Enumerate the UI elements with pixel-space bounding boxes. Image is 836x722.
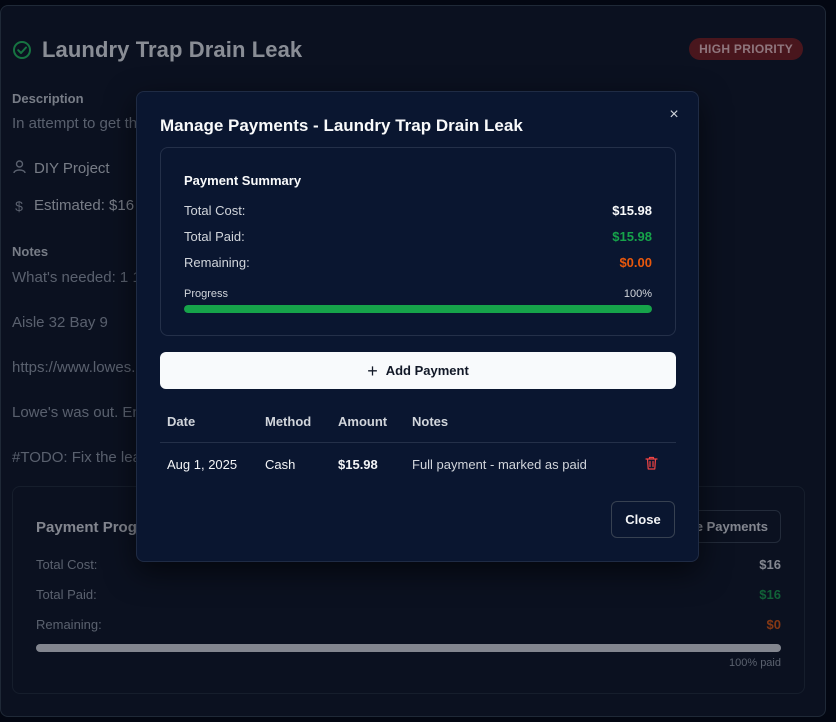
total-paid-row: Total Paid: $16 (36, 587, 781, 602)
close-button[interactable]: Close (611, 501, 675, 538)
payments-table: Date Method Amount Notes Aug 1, 2025 Cas… (160, 402, 676, 486)
payment-date: Aug 1, 2025 (167, 456, 238, 472)
col-amount: Amount (331, 402, 405, 443)
progress-fill (184, 305, 652, 313)
table-header-row: Date Method Amount Notes (160, 402, 676, 443)
task-header: Laundry Trap Drain Leak HIGH PRIORITY (12, 36, 803, 64)
paid-percent-label: 100% paid (729, 657, 781, 669)
summary-total-cost-row: Total Cost: $15.98 (184, 203, 652, 218)
project-name: DIY Project (34, 160, 110, 177)
total-cost-value: $16 (759, 557, 781, 572)
estimated-cost: Estimated: $16 (34, 197, 135, 214)
summary-total-paid-label: Total Paid: (184, 229, 245, 244)
remaining-value: $0 (766, 617, 781, 632)
dialog-title: Manage Payments - Laundry Trap Drain Lea… (160, 116, 523, 135)
dollar-icon: $ (15, 197, 23, 214)
progress-labels: Progress 100% (184, 288, 652, 300)
notes-line: Aisle 32 Bay 9 (12, 314, 108, 331)
payment-progress-title: Payment Progre (36, 519, 152, 536)
total-paid-value: $16 (759, 587, 781, 602)
notes-line: #TODO: Fix the lea (12, 449, 141, 466)
remaining-label: Remaining: (36, 617, 102, 632)
description-text: In attempt to get th (12, 115, 138, 132)
summary-remaining-value: $0.00 (619, 255, 652, 270)
col-actions (626, 402, 676, 443)
summary-title: Payment Summary (184, 173, 302, 188)
progress-track (184, 305, 652, 313)
notes-line: What's needed: 1 1 (12, 269, 141, 286)
task-title: Laundry Trap Drain Leak (42, 37, 303, 62)
progress-percent: 100% (623, 288, 652, 300)
add-payment-label: Add Payment (385, 363, 469, 378)
manage-payments-dialog: Manage Payments - Laundry Trap Drain Lea… (136, 91, 699, 562)
total-cost-label: Total Cost: (36, 557, 98, 572)
total-paid-label: Total Paid: (36, 587, 97, 602)
close-icon[interactable]: × (666, 107, 682, 123)
summary-total-paid-value: $15.98 (612, 229, 652, 244)
payment-notes: Full payment - marked as paid (412, 456, 587, 472)
user-icon (12, 160, 26, 177)
delete-payment-button[interactable] (626, 442, 676, 486)
priority-badge: HIGH PRIORITY (689, 38, 803, 60)
plus-icon: + (367, 360, 378, 381)
notes-label: Notes (12, 244, 49, 259)
summary-remaining-row: Remaining: $0.00 (184, 255, 652, 270)
col-date: Date (160, 402, 258, 443)
payment-progress-bar (36, 644, 781, 652)
check-circle-icon (12, 40, 32, 60)
summary-total-paid-row: Total Paid: $15.98 (184, 229, 652, 244)
remaining-row: Remaining: $0 (36, 617, 781, 632)
table-row: Aug 1, 2025 Cash $15.98 Full payment - m… (160, 442, 676, 486)
col-notes: Notes (405, 402, 626, 443)
estimate-meta: $ Estimated: $16 (12, 197, 134, 214)
payment-amount: $15.98 (338, 456, 378, 472)
add-payment-button[interactable]: + Add Payment (160, 352, 676, 389)
summary-total-cost-label: Total Cost: (184, 203, 246, 218)
description-label: Description (12, 91, 84, 106)
project-meta: DIY Project (12, 160, 110, 177)
col-method: Method (258, 402, 331, 443)
notes-line: https://www.lowes. (12, 359, 136, 376)
payment-summary-card: Payment Summary Total Cost: $15.98 Total… (160, 147, 676, 336)
notes-line: Lowe's was out. En (12, 404, 141, 421)
progress-label: Progress (184, 288, 229, 300)
summary-total-cost-value: $15.98 (612, 203, 652, 218)
summary-remaining-label: Remaining: (184, 255, 250, 270)
payment-method: Cash (265, 456, 296, 472)
trash-icon (644, 456, 658, 473)
